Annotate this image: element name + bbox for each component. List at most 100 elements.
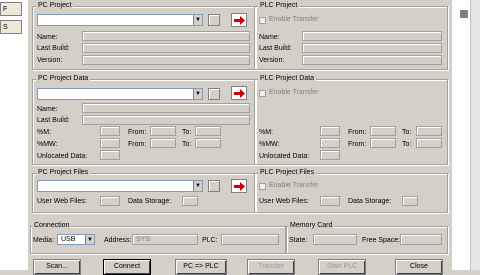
pc-project-files-browse-button[interactable] [208,180,220,192]
address-label: Address: [104,237,132,244]
chevron-down-icon[interactable]: ▼ [193,181,202,191]
pc-xm-field [100,126,120,136]
pc-project-files-combo[interactable]: ▼ [37,180,203,192]
plc-project-enable-label: Enable Transfer [269,16,319,23]
plc-xm-label: %M: [259,129,273,136]
pc-name-label: Name: [37,34,58,41]
chevron-down-icon[interactable]: ▼ [193,89,202,99]
plc-name-label: Name: [259,34,280,41]
connection-title: Connection [32,222,72,229]
pc-project-data-combo[interactable]: ▼ [37,88,203,100]
pc-smw-to-field [195,138,221,148]
pc-name-field [82,31,250,41]
plc-project-data-title: PLC Project Data [258,75,317,82]
background-tab-2[interactable]: S [0,20,22,34]
scan-button[interactable]: Scan... [33,259,81,275]
pc-data-storage-field [182,196,198,206]
pc-user-web-label: User Web Files: [37,198,87,205]
free-space-label: Free Space: [362,237,401,244]
transfer-project-arrow-button[interactable] [231,13,247,27]
pc-data-storage-label: Data Storage: [128,198,172,205]
plc-unlocated-label: Unlocated Data: [259,153,310,160]
pc-project-files-title: PC Project Files [36,169,91,176]
pc-smw-label: %MW: [37,141,58,148]
plc-last-build-label: Last Build: [259,45,292,52]
plc-xm-from-label: From: [348,129,367,136]
plc-xm-field [320,126,340,136]
pc-last-build-label: Last Build: [37,45,70,52]
pc-smw-field [100,138,120,148]
chevron-down-icon[interactable]: ▼ [193,15,202,25]
plc-xm-to-label: To: [402,129,412,136]
pc-project-files-group [32,173,256,213]
plc-smw-to-label: To: [402,141,412,148]
plc-smw-field [320,138,340,148]
pc-xm-to-label: To: [182,129,192,136]
plc-version-field [302,55,442,65]
background-app-left: F S [0,0,28,270]
pc-smw-from-label: From: [128,141,147,148]
arrow-right-icon [234,182,245,191]
pc-data-last-build-field [82,115,250,125]
plc-user-web-label: User Web Files: [259,198,309,205]
plc-project-files-group [254,173,448,213]
pc-data-last-build-label: Last Build: [37,117,70,124]
media-label: Media: [33,237,55,244]
plc-project-enable-checkbox[interactable] [259,17,266,24]
plc-project-files-title: PLC Project Files [258,169,317,176]
vertical-scrollbar[interactable] [470,0,480,270]
transfer-files-arrow-button[interactable] [231,179,247,193]
plc-smw-from-label: From: [348,141,367,148]
arrow-right-icon [234,16,245,25]
pc-project-data-title: PC Project Data [36,75,91,82]
plc-data-enable-label: Enable Transfer [269,89,319,96]
memory-card-title: Memory Card [288,222,335,229]
pc-project-combo[interactable]: ▼ [37,14,203,26]
pc-xm-label: %M: [37,129,51,136]
pc-version-label: Version: [37,57,63,64]
media-value: USB [61,236,76,243]
arrow-right-icon [234,89,245,98]
pc-version-field [82,55,250,65]
plc-version-label: Version: [259,57,285,64]
pc-smw-to-label: To: [182,141,192,148]
pc-unlocated-field [100,150,120,160]
transfer-data-arrow-button[interactable] [231,86,247,100]
background-tab-1[interactable]: F [0,2,22,16]
plc-files-enable-checkbox[interactable] [259,183,266,190]
plc-xm-from-field [370,126,396,136]
pc-project-data-browse-button[interactable] [208,88,220,100]
pc-data-name-label: Name: [37,106,58,113]
transfer-dialog: PC Project ▼ Name: Last Build: Version: … [28,0,452,275]
pc-xm-to-field [195,126,221,136]
plc-files-enable-label: Enable Transfer [269,182,319,189]
state-field [313,234,357,245]
free-space-field [400,234,442,245]
pc-project-browse-button[interactable] [208,14,220,26]
pc-xm-from-label: From: [128,129,147,136]
window-close-icon[interactable] [460,10,468,18]
plc-unlocated-field [320,150,340,160]
pc-to-plc-button[interactable]: PC => PLC [175,259,227,275]
media-select[interactable]: USB ▼ [57,234,95,245]
plc-data-storage-field [402,196,418,206]
plc-data-enable-checkbox[interactable] [259,90,266,97]
plc-user-web-field [320,196,340,206]
plc-smw-label: %MW: [259,141,280,148]
plc-field [221,234,279,245]
pc-last-build-field [82,43,250,53]
plc-smw-to-field [416,138,442,148]
pc-project-title: PC Project [36,2,74,9]
chevron-down-icon[interactable]: ▼ [85,235,94,244]
plc-project-title: PLC Project [258,2,300,9]
connect-button[interactable]: Connect [103,259,151,275]
pc-data-name-field [82,103,250,113]
pc-user-web-field [100,196,120,206]
close-button[interactable]: Close [395,259,443,275]
plc-xm-to-field [416,126,442,136]
plc-label: PLC: [202,237,218,244]
state-label: State: [289,237,308,244]
plc-last-build-field [302,43,442,53]
transfer-button[interactable]: Transfer [247,259,295,275]
start-plc-button[interactable]: Start PLC [318,259,366,275]
